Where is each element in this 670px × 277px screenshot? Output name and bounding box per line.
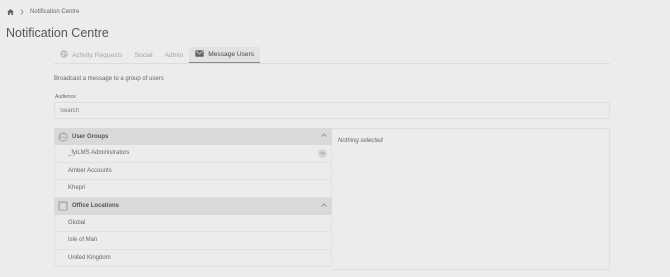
page-title: Notification Centre xyxy=(6,26,109,40)
home-icon[interactable] xyxy=(7,9,14,15)
tab-label: Activity Requests xyxy=(72,51,123,59)
list-item-label: Amber Accounts xyxy=(68,167,112,174)
users-icon xyxy=(58,131,68,142)
envelope-icon xyxy=(195,50,204,59)
list-item-label: Global xyxy=(68,219,86,226)
tab-message-users[interactable]: Message Users xyxy=(189,47,261,63)
list-item-label: _fyiLMS Administrators xyxy=(68,150,130,157)
list-item[interactable]: Khepri xyxy=(54,180,332,198)
group-header-user-groups[interactable]: User Groups xyxy=(54,128,332,145)
list-item-label: United Kingdom xyxy=(68,254,111,261)
list-item-label: Khepri xyxy=(68,185,86,192)
group-title: User Groups xyxy=(72,133,109,140)
breadcrumb-current: Notification Centre xyxy=(30,9,80,15)
tab-activity-requests[interactable]: Activity Requests xyxy=(54,47,129,63)
tab-admin[interactable]: Admin xyxy=(159,47,190,63)
audience-search-input[interactable] xyxy=(54,102,610,119)
chevron-up-icon[interactable] xyxy=(321,202,327,209)
group-header-office-locations[interactable]: Office Locations xyxy=(54,197,332,215)
breadcrumb: Notification Centre xyxy=(7,9,79,15)
tab-label: Social xyxy=(134,51,153,59)
group-title: Office Locations xyxy=(72,203,120,209)
list-item[interactable]: _fyiLMS Administrators xyxy=(54,145,332,163)
list-item[interactable]: Amber Accounts xyxy=(54,162,332,180)
user-group-icon xyxy=(60,50,68,60)
tab-divider xyxy=(54,63,610,64)
tab-label: Admin xyxy=(164,51,184,59)
form-intro: Broadcast a message to a group of users xyxy=(54,76,164,82)
audience-label: Audience xyxy=(55,94,76,100)
expand-chevron-icon[interactable] xyxy=(318,149,327,158)
chevron-right-icon xyxy=(20,9,24,15)
tab-label: Message Users xyxy=(208,51,255,58)
list-item[interactable]: Global xyxy=(54,214,332,232)
list-item[interactable]: Isle of Man xyxy=(54,232,332,250)
list-item[interactable]: United Kingdom xyxy=(54,249,332,267)
audience-list: User Groups _fyiLMS Administrators Amber… xyxy=(54,128,332,270)
selected-audience-panel: Nothing selected xyxy=(332,128,610,270)
chevron-up-icon[interactable] xyxy=(321,133,327,139)
empty-selection-text: Nothing selected xyxy=(338,138,383,144)
building-icon xyxy=(58,201,68,211)
tab-bar: Activity Requests Social Admin Message U… xyxy=(54,47,261,63)
tab-social[interactable]: Social xyxy=(129,47,159,63)
list-item-label: Isle of Man xyxy=(68,237,98,244)
